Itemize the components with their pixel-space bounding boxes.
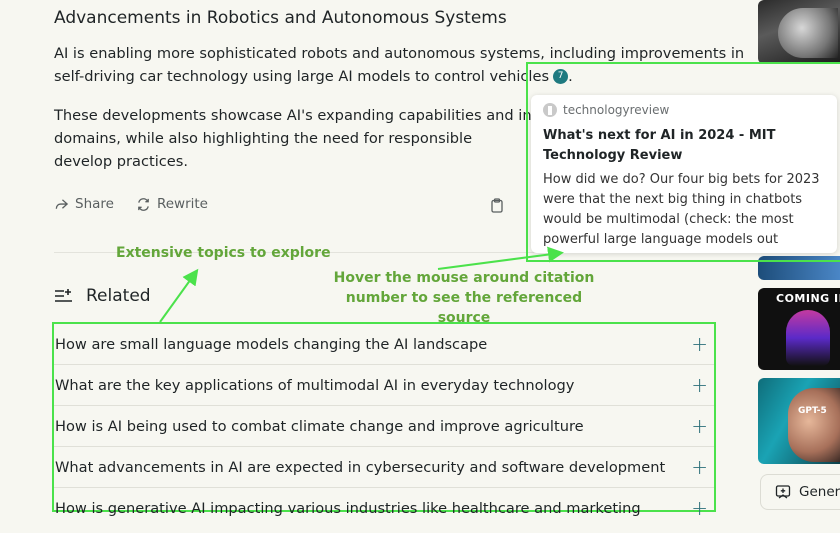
answer-paragraph-2: These developments showcase AI's expandi… [54,107,532,170]
source-thumbnail-coming[interactable]: COMING IN [758,288,840,370]
popup-title[interactable]: What's next for AI in 2024 - MIT Technol… [543,126,783,166]
plus-icon[interactable]: + [691,457,708,477]
source-favicon-icon [543,103,557,117]
related-item-text: What advancements in AI are expected in … [55,458,666,476]
related-item[interactable]: What advancements in AI are expected in … [54,447,714,488]
related-heading-label: Related [86,286,151,306]
plus-icon[interactable]: + [691,498,708,518]
generate-label: Generate [799,484,840,500]
rewrite-icon [138,197,149,211]
related-item-text: How is generative AI impacting various i… [55,499,641,517]
related-heading: Related [54,286,151,306]
clipboard-icon[interactable] [490,198,504,213]
popup-source-name: technologyreview [563,103,670,117]
answer-actions: Share Rewrite [54,196,208,212]
source-thumbnail-robot[interactable] [758,0,840,64]
annotation-topics: Extensive topics to explore [116,245,331,261]
robot-image [778,8,838,58]
related-item-text: What are the key applications of multimo… [55,376,575,394]
thumbnail-caption: GPT-5 [798,406,827,416]
related-list-icon [55,289,72,302]
plus-icon[interactable]: + [691,375,708,395]
popup-snippet: How did we do? Our four big bets for 202… [543,172,820,247]
plus-icon[interactable]: + [691,416,708,436]
related-item-text: How are small language models changing t… [55,335,488,353]
face-image [788,388,840,462]
source-thumbnail-gpt5[interactable]: GPT-5 [758,378,840,464]
related-item[interactable]: How is generative AI impacting various i… [54,488,714,528]
image-generate-icon [775,485,791,499]
section-title: Advancements in Robotics and Autonomous … [54,8,507,28]
rewrite-label: Rewrite [156,196,208,212]
related-item[interactable]: What are the key applications of multimo… [54,365,714,406]
cyber-figure-image [786,310,830,366]
annotation-hover: Hover the mouse around citation number t… [333,270,595,326]
citation-popup[interactable]: technologyreview What's next for AI in 2… [531,95,837,253]
generate-image-button[interactable]: Generate [760,474,840,510]
related-item-text: How is AI being used to combat climate c… [55,417,584,435]
related-list: How are small language models changing t… [52,322,716,518]
share-button[interactable]: Share [54,196,114,212]
thumbnail-caption: COMING IN [776,292,840,305]
plus-icon[interactable]: + [691,334,708,354]
arrow-to-related [159,268,199,323]
rewrite-button[interactable]: Rewrite [136,196,208,212]
related-item[interactable]: How are small language models changing t… [54,324,714,365]
related-item[interactable]: How is AI being used to combat climate c… [54,406,714,447]
share-label: Share [75,196,114,212]
popup-source: technologyreview [543,103,669,117]
share-icon [55,198,69,209]
